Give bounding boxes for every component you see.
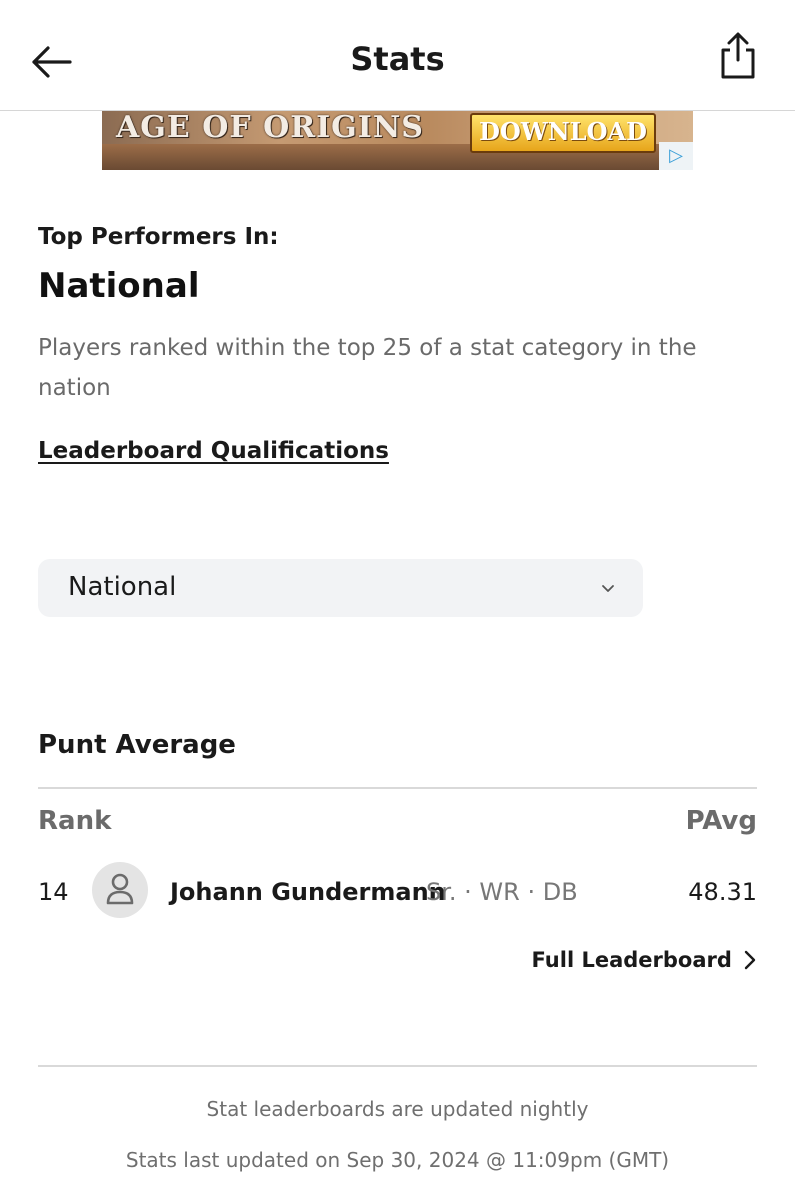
page-title: Stats	[350, 40, 445, 78]
scope-heading: National	[38, 266, 200, 306]
footer-divider	[38, 1065, 757, 1067]
top-bar: Stats	[0, 0, 795, 111]
ad-download-button[interactable]: DOWNLOAD	[470, 113, 656, 153]
scope-select[interactable]: National	[38, 559, 643, 617]
full-leaderboard-label: Full Leaderboard	[531, 948, 732, 972]
column-header-pavg: PAvg	[685, 806, 757, 836]
update-note: Stat leaderboards are updated nightly	[206, 1097, 589, 1121]
last-updated-timestamp: Stats last updated on Sep 30, 2024 @ 11:…	[125, 1148, 670, 1172]
adchoices-icon[interactable]: ▷	[659, 142, 693, 170]
stat-category-title: Punt Average	[38, 730, 236, 760]
player-meta: Sr. · WR · DB	[426, 878, 578, 906]
full-leaderboard-link[interactable]: Full Leaderboard	[532, 948, 758, 980]
chevron-down-icon	[602, 585, 614, 592]
ad-headline: AGE OF ORIGINS	[116, 111, 424, 145]
scope-description: Players ranked within the top 25 of a st…	[38, 335, 697, 401]
player-rank: 14	[38, 878, 69, 906]
section-eyebrow: Top Performers In:	[38, 224, 279, 250]
player-stat-value: 48.31	[688, 878, 757, 906]
person-icon	[106, 873, 134, 905]
share-button[interactable]	[716, 30, 760, 82]
leaderboard-row[interactable]: 14 Johann Gundermann Sr. · WR · DB 48.31	[38, 860, 757, 924]
column-header-rank: Rank	[38, 806, 112, 836]
divider	[38, 787, 757, 789]
ad-banner[interactable]: AGE OF ORIGINS DOWNLOAD ▷	[102, 111, 693, 170]
share-icon	[721, 32, 755, 79]
player-name: Johann Gundermann	[170, 878, 446, 906]
leaderboard-qualifications-link[interactable]: Leaderboard Qualifications	[38, 438, 389, 464]
avatar	[92, 862, 148, 918]
chevron-right-icon	[744, 950, 756, 970]
scope-select-value: National	[68, 572, 177, 602]
